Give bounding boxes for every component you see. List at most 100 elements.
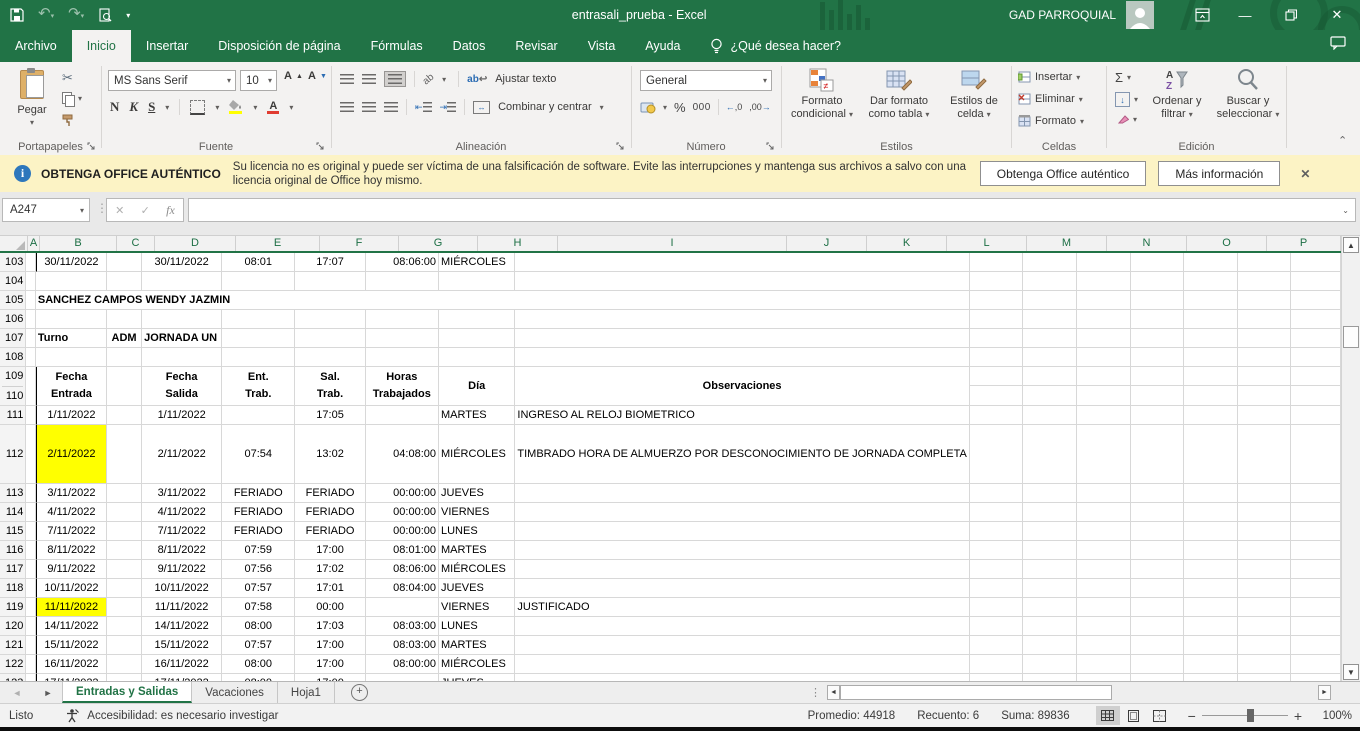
cell[interactable] <box>1023 253 1077 272</box>
hscroll-left-icon[interactable]: ◄ <box>827 685 840 700</box>
cell-C103[interactable] <box>107 253 142 272</box>
page-break-view-icon[interactable] <box>1148 706 1172 725</box>
cell-D119[interactable]: 11/11/2022 <box>142 598 222 617</box>
cell-E118[interactable]: 07:57 <box>222 579 295 598</box>
name-box-dropdown[interactable]: ▾ <box>80 206 84 215</box>
cell[interactable] <box>142 272 222 291</box>
cell[interactable] <box>1077 406 1131 425</box>
cell-F112[interactable]: 13:02 <box>295 425 365 484</box>
cell[interactable] <box>1131 522 1185 541</box>
cell[interactable] <box>970 406 1024 425</box>
cell-A108[interactable] <box>26 348 36 367</box>
cell[interactable] <box>1238 503 1292 522</box>
print-preview-icon[interactable] <box>98 8 112 22</box>
cell[interactable] <box>1077 655 1131 674</box>
cell[interactable] <box>1184 560 1238 579</box>
cell[interactable] <box>1023 367 1077 406</box>
cell[interactable] <box>1131 348 1185 367</box>
cell[interactable] <box>1291 522 1341 541</box>
cell[interactable] <box>439 348 515 367</box>
cell[interactable] <box>1238 617 1292 636</box>
cell[interactable] <box>1077 598 1131 617</box>
column-header-E[interactable]: E <box>236 236 320 251</box>
cell[interactable] <box>1291 253 1341 272</box>
page-layout-view-icon[interactable] <box>1122 706 1146 725</box>
decrease-indent-icon[interactable]: ⇤ <box>415 102 432 113</box>
cell[interactable] <box>970 272 1024 291</box>
tab-split-handle[interactable]: ⋮ <box>810 686 821 699</box>
column-header-A[interactable]: A <box>28 236 40 251</box>
cell-B107[interactable]: Turno <box>36 329 107 348</box>
cell[interactable] <box>1291 329 1341 348</box>
merge-center-label[interactable]: Combinar y centrar <box>498 101 592 113</box>
cell-C112[interactable] <box>107 425 142 484</box>
menu-tab-ayuda[interactable]: Ayuda <box>630 30 695 62</box>
cell-I116[interactable] <box>515 541 969 560</box>
cell[interactable] <box>439 310 515 329</box>
cell-H111[interactable]: MARTES <box>439 406 515 425</box>
cell[interactable] <box>1184 655 1238 674</box>
cell[interactable] <box>1291 348 1341 367</box>
cell-G115[interactable]: 00:00:00 <box>366 522 439 541</box>
cell[interactable] <box>107 348 142 367</box>
cell[interactable] <box>1291 579 1341 598</box>
cell[interactable] <box>1131 560 1185 579</box>
cell[interactable] <box>970 310 1024 329</box>
cell[interactable] <box>1238 541 1292 560</box>
cell[interactable] <box>1077 503 1131 522</box>
cell-D111[interactable]: 1/11/2022 <box>142 406 222 425</box>
cell-E103[interactable]: 08:01 <box>222 253 295 272</box>
wrap-text-label[interactable]: Ajustar texto <box>495 73 556 85</box>
header-horas-trabajados[interactable]: HorasTrabajados <box>366 367 439 406</box>
cell-H118[interactable]: JUEVES <box>439 579 515 598</box>
header-sal-trab[interactable]: Sal.Trab. <box>295 367 365 406</box>
cell-F121[interactable]: 17:00 <box>295 636 365 655</box>
cell-F117[interactable]: 17:02 <box>295 560 365 579</box>
cell-B119[interactable]: 11/11/2022 <box>36 598 107 617</box>
cell[interactable] <box>1023 522 1077 541</box>
cell[interactable] <box>1184 272 1238 291</box>
cell[interactable] <box>1291 291 1341 310</box>
cell[interactable] <box>1077 329 1131 348</box>
cell[interactable] <box>366 272 439 291</box>
zoom-in-icon[interactable]: + <box>1294 708 1302 724</box>
conditional-formatting-button[interactable]: ≠ Formatocondicional ▾ <box>786 68 858 121</box>
accessibility-status[interactable]: Accesibilidad: es necesario investigar <box>87 710 278 722</box>
cell-C119[interactable] <box>107 598 142 617</box>
cell-B121[interactable]: 15/11/2022 <box>36 636 107 655</box>
cell[interactable] <box>1291 674 1341 681</box>
horizontal-scroll-track[interactable] <box>1112 685 1318 700</box>
cell-B115[interactable]: 7/11/2022 <box>36 522 107 541</box>
cell[interactable] <box>1238 522 1292 541</box>
cell-E120[interactable]: 08:00 <box>222 617 295 636</box>
cell[interactable] <box>1131 367 1185 406</box>
align-left-icon[interactable] <box>340 102 354 112</box>
cell[interactable] <box>1238 636 1292 655</box>
cell[interactable] <box>970 503 1024 522</box>
cell-I113[interactable] <box>515 484 969 503</box>
cell-G121[interactable]: 08:03:00 <box>366 636 439 655</box>
cell[interactable] <box>1131 674 1185 681</box>
cell[interactable] <box>515 272 969 291</box>
cell-D120[interactable]: 14/11/2022 <box>142 617 222 636</box>
header-fecha-entrada[interactable]: FechaEntrada <box>36 367 107 406</box>
number-dialog-launcher[interactable] <box>766 142 776 152</box>
cell[interactable] <box>1131 655 1185 674</box>
scroll-down-icon[interactable]: ▼ <box>1343 664 1359 680</box>
scroll-up-icon[interactable]: ▲ <box>1343 237 1359 253</box>
cell[interactable] <box>970 655 1024 674</box>
cell-I115[interactable] <box>515 522 969 541</box>
sheet-nav-prev-icon[interactable]: ◄ <box>0 682 34 703</box>
cell[interactable] <box>1238 598 1292 617</box>
format-as-table-button[interactable]: Dar formatocomo tabla ▾ <box>860 68 938 121</box>
cell-A112[interactable] <box>26 425 36 484</box>
row-header-119[interactable]: 119 <box>0 598 26 617</box>
menu-tab-datos[interactable]: Datos <box>438 30 501 62</box>
font-dialog-launcher[interactable] <box>316 142 326 152</box>
sheet-tab-vacaciones[interactable]: Vacaciones <box>192 682 278 703</box>
cell-G122[interactable]: 08:00:00 <box>366 655 439 674</box>
cell[interactable] <box>1077 253 1131 272</box>
cell-F103[interactable]: 17:07 <box>295 253 365 272</box>
font-name-combo[interactable]: MS Sans Serif▾ <box>108 70 236 91</box>
cell[interactable] <box>1077 541 1131 560</box>
